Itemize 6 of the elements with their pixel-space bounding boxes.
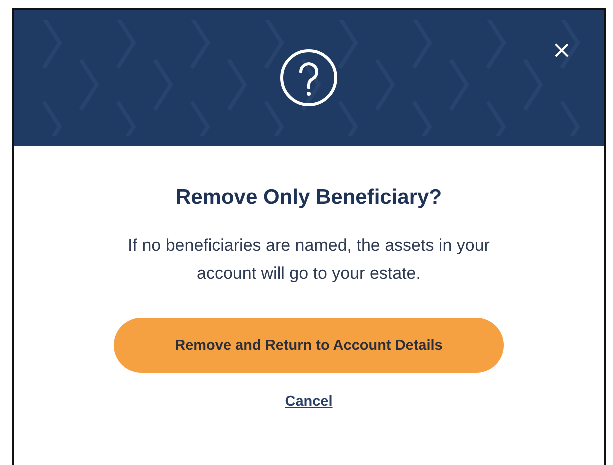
dialog-title: Remove Only Beneficiary? <box>176 186 442 210</box>
question-icon <box>280 49 338 107</box>
cancel-link[interactable]: Cancel <box>285 394 333 410</box>
close-button[interactable]: × <box>552 38 572 62</box>
remove-button[interactable]: Remove and Return to Account Details <box>114 318 504 373</box>
dialog-message: If no beneficiaries are named, the assets in your account will go to your estate. <box>127 235 491 285</box>
